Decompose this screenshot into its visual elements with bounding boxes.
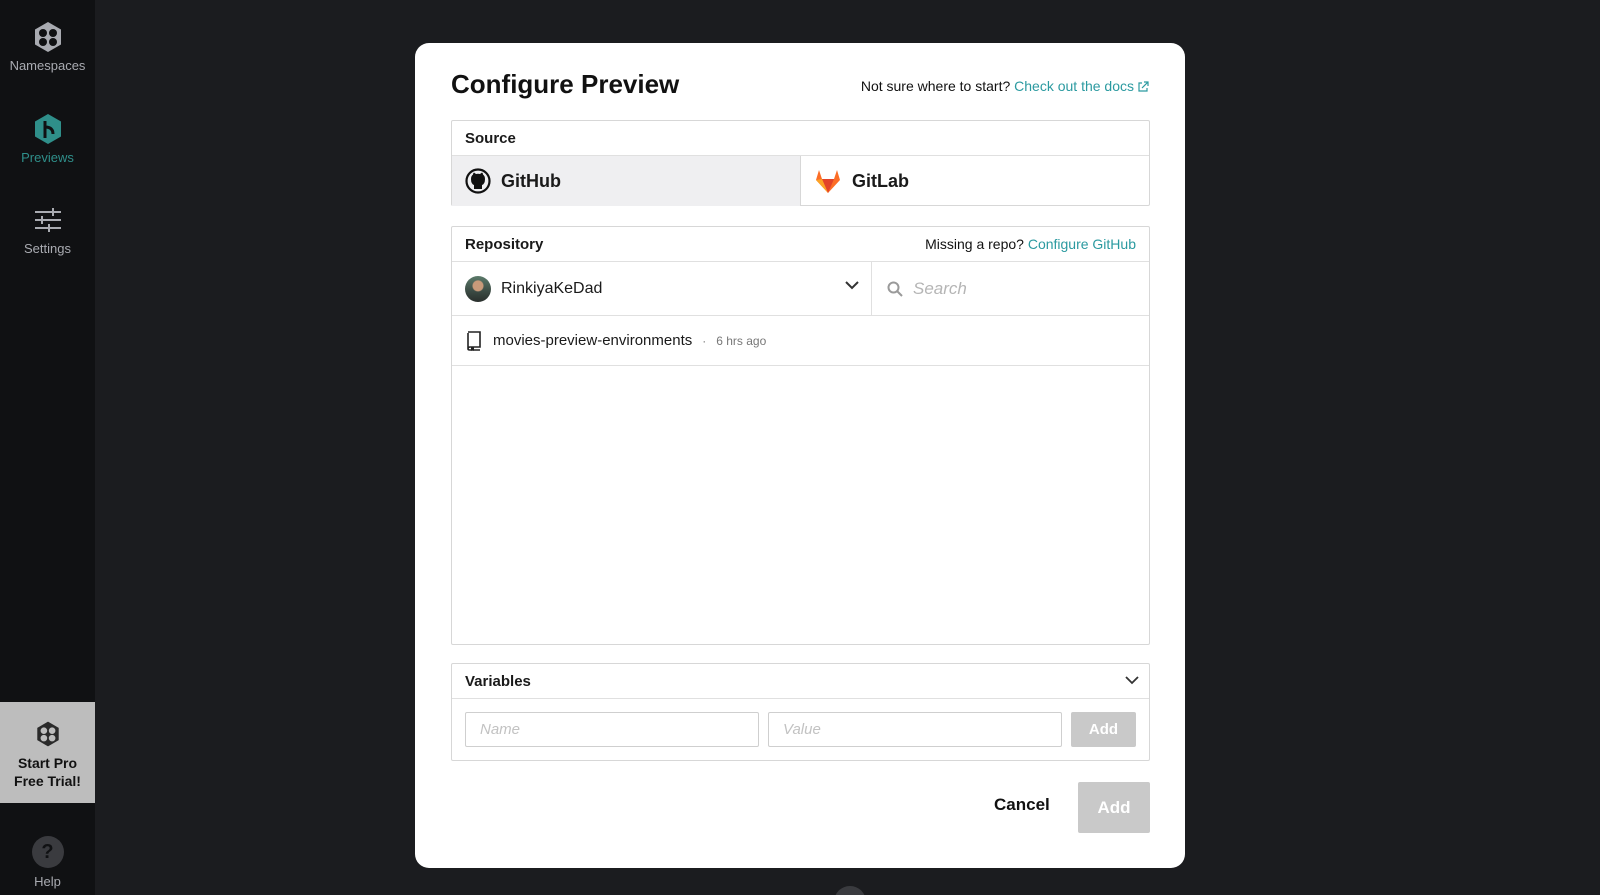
source-option-label: GitHub — [501, 170, 561, 191]
sidebar-item-settings[interactable]: Settings — [0, 203, 95, 256]
source-option-label: GitLab — [852, 170, 909, 191]
external-link-icon — [1138, 81, 1149, 92]
source-heading: Source — [452, 121, 1149, 156]
docs-link[interactable]: Check out the docs — [1014, 78, 1149, 94]
sidebar-item-label: Settings — [24, 241, 71, 256]
variables-heading[interactable]: Variables — [452, 664, 1149, 699]
repo-separator: · — [702, 333, 707, 348]
search-icon — [887, 281, 903, 297]
settings-sliders-icon — [34, 208, 61, 232]
configure-github-link[interactable]: Configure GitHub — [1028, 236, 1136, 252]
chevron-down-icon — [845, 281, 859, 290]
source-option-github[interactable]: GitHub — [452, 156, 801, 206]
docs-prefix: Not sure where to start? — [860, 78, 1011, 94]
help-label: Help — [34, 874, 61, 889]
github-icon — [465, 168, 491, 194]
owner-name: RinkiyaKeDad — [501, 279, 603, 297]
promo-line-2: Free Trial! — [14, 773, 81, 789]
source-option-gitlab[interactable]: GitLab — [801, 156, 1149, 206]
repo-search — [872, 262, 1149, 315]
cancel-button[interactable]: Cancel — [994, 795, 1050, 815]
variables-section: Variables Add — [451, 663, 1150, 761]
start-trial-button[interactable]: Start Pro Free Trial! — [0, 702, 95, 803]
repository-heading: Repository Missing a repo? Configure Git… — [452, 227, 1149, 262]
repo-list-item[interactable]: movies-preview-environments · 6 hrs ago — [452, 316, 1149, 366]
floating-indicator — [834, 886, 866, 895]
namespaces-icon — [34, 22, 61, 52]
avatar — [465, 275, 491, 302]
owner-select[interactable]: RinkiyaKeDad — [452, 262, 872, 315]
add-variable-button[interactable]: Add — [1071, 712, 1136, 747]
repository-heading-label: Repository — [465, 236, 544, 253]
source-section: Source GitHub GitLab — [451, 120, 1150, 206]
missing-repo-prefix: Missing a repo? — [925, 236, 1024, 252]
variable-value-input[interactable] — [768, 712, 1062, 747]
sidebar-item-namespaces[interactable]: Namespaces — [0, 20, 95, 73]
namespaces-icon — [36, 721, 59, 747]
repo-book-icon — [467, 330, 481, 351]
add-preview-button[interactable]: Add — [1078, 782, 1150, 833]
sidebar-item-label: Previews — [21, 150, 74, 165]
modal-title: Configure Preview — [451, 69, 680, 99]
docs-link-label: Check out the docs — [1014, 78, 1134, 94]
sidebar-item-previews[interactable]: Previews — [0, 112, 95, 165]
sidebar: Namespaces Previews Settings Start Pro F… — [0, 0, 95, 895]
repo-name: movies-preview-environments — [493, 332, 693, 349]
gitlab-icon — [816, 170, 840, 193]
variable-name-input[interactable] — [465, 712, 759, 747]
search-input[interactable] — [913, 278, 1133, 299]
promo-line-1: Start Pro — [17, 755, 78, 771]
help-button[interactable]: ? Help — [0, 836, 95, 889]
repo-updated: 6 hrs ago — [716, 333, 767, 348]
docs-hint: Not sure where to start? Check out the d… — [861, 78, 1149, 94]
configure-preview-modal: Configure Preview Not sure where to star… — [415, 43, 1185, 868]
sidebar-item-label: Namespaces — [9, 58, 86, 73]
previews-icon — [34, 114, 61, 144]
repository-section: Repository Missing a repo? Configure Git… — [451, 226, 1150, 645]
variables-heading-label: Variables — [465, 673, 531, 690]
missing-repo-hint: Missing a repo? Configure GitHub — [925, 227, 1136, 262]
help-icon: ? — [31, 836, 64, 868]
chevron-down-icon[interactable] — [1125, 676, 1139, 685]
